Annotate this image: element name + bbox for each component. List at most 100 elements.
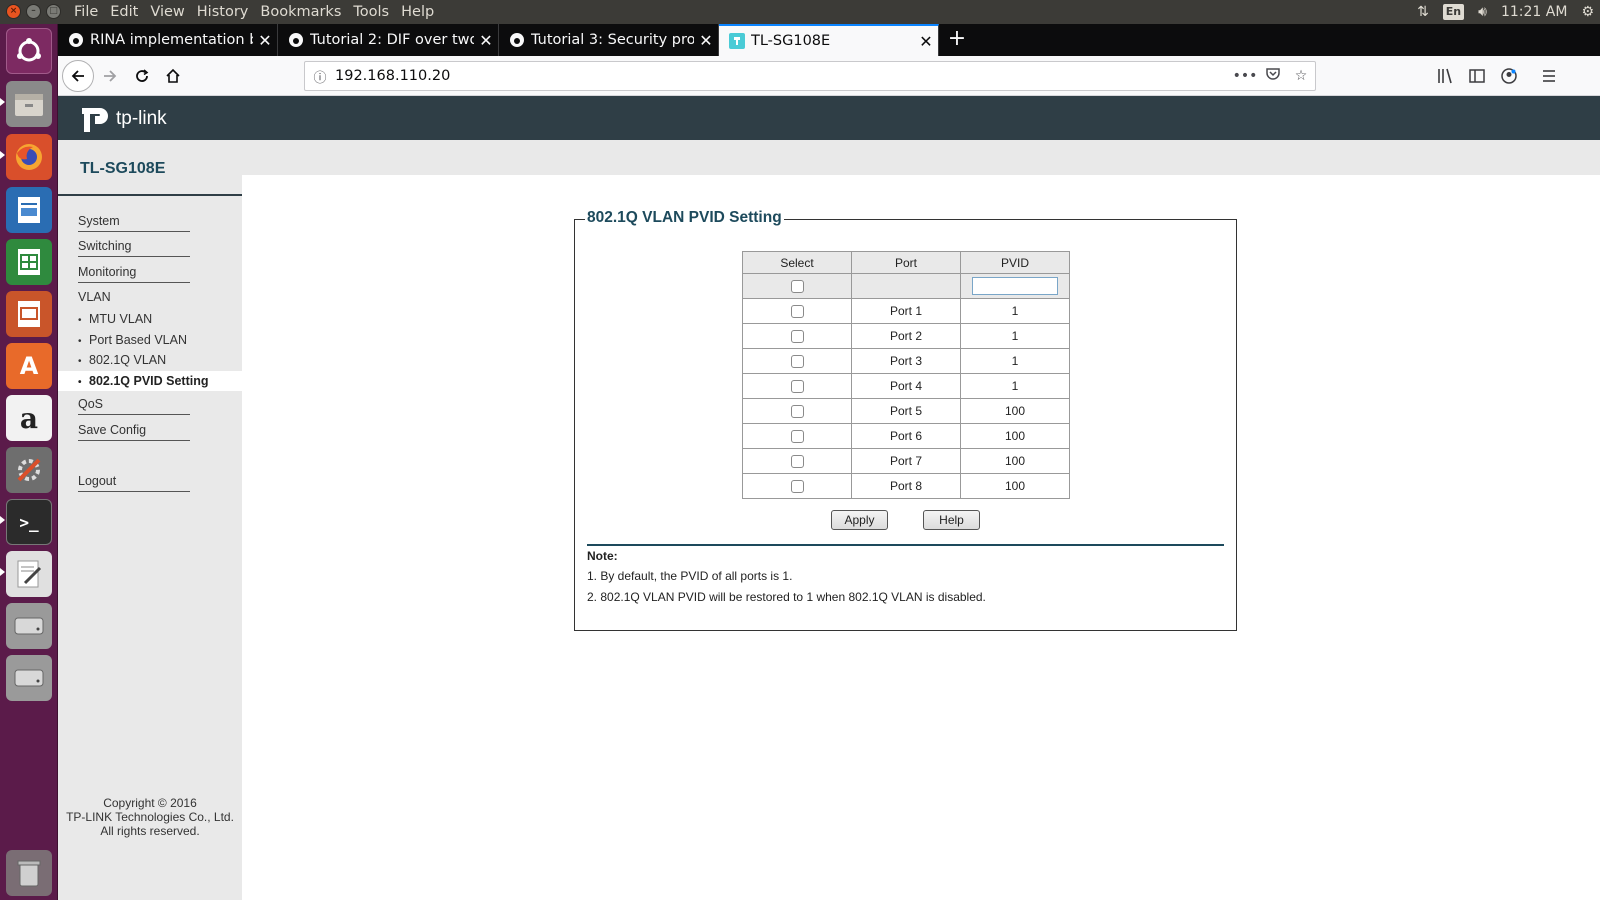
sidebar-item-switching[interactable]: Switching (78, 239, 190, 257)
port-select-checkbox[interactable] (790, 305, 804, 319)
port-select-checkbox[interactable] (790, 430, 804, 444)
menu-view[interactable]: View (144, 0, 190, 24)
close-tab-icon[interactable]: ✕ (474, 31, 498, 50)
select-cell (742, 398, 852, 424)
tab-tl-sg108e[interactable]: TL-SG108E ✕ (719, 24, 939, 56)
hamburger-menu-icon[interactable] (1535, 62, 1563, 90)
apply-button[interactable]: Apply (831, 510, 888, 530)
minimize-window-button[interactable]: – (26, 4, 41, 19)
back-button[interactable] (62, 60, 94, 92)
close-tab-icon[interactable]: ✕ (253, 31, 277, 50)
page-actions-icon[interactable]: ••• (1231, 68, 1259, 84)
help-button[interactable]: Help (923, 510, 980, 530)
arrow-right-icon (104, 70, 117, 82)
bookmark-star-icon[interactable]: ☆ (1287, 68, 1315, 84)
text-editor-icon[interactable] (6, 551, 52, 597)
table-header-row: Select Port PVID (742, 251, 1070, 274)
sidebar-subitem-8021q-vlan[interactable]: • 802.1Q VLAN (58, 350, 242, 370)
tab-tutorial-3[interactable]: Tutorial 3: Security prov ✕ (499, 24, 719, 56)
port-select-checkbox[interactable] (790, 330, 804, 344)
pvid-cell: 1 (960, 348, 1070, 374)
terminal-icon[interactable]: >_ (6, 499, 52, 545)
sidebar-item-save-config[interactable]: Save Config (78, 423, 190, 441)
sidebar-item-logout[interactable]: Logout (78, 474, 190, 492)
sidebar-item-system[interactable]: System (78, 214, 190, 232)
files-icon[interactable] (6, 81, 52, 127)
impress-icon[interactable] (6, 291, 52, 337)
drive-icon[interactable] (6, 603, 52, 649)
firefox-icon[interactable] (6, 134, 52, 180)
writer-icon[interactable] (6, 187, 52, 233)
settings-icon[interactable] (6, 447, 52, 493)
pvid-input[interactable] (972, 277, 1058, 295)
menu-tools[interactable]: Tools (347, 0, 395, 24)
software-center-icon[interactable]: A (6, 343, 52, 389)
gear-icon[interactable]: ⚙ (1581, 4, 1594, 20)
port-cell (851, 273, 961, 299)
tab-rina[interactable]: RINA implementation be ✕ (58, 24, 278, 56)
maximize-window-button[interactable]: □ (46, 4, 61, 19)
tab-tutorial-2[interactable]: Tutorial 2: DIF over two ✕ (278, 24, 499, 56)
account-icon[interactable] (1495, 62, 1523, 90)
select-cell (742, 448, 852, 474)
ubuntu-dash-icon[interactable] (6, 28, 52, 74)
subitem-label: 802.1Q PVID Setting (89, 374, 209, 388)
reload-button[interactable] (128, 62, 156, 90)
sidebar-item-vlan[interactable]: VLAN (78, 290, 190, 307)
tab-title: Tutorial 3: Security prov (531, 32, 694, 48)
forward-button[interactable] (96, 62, 124, 90)
close-tab-icon[interactable]: ✕ (914, 32, 938, 51)
menu-help[interactable]: Help (395, 0, 440, 24)
sidebar-subitem-port-based-vlan[interactable]: • Port Based VLAN (58, 330, 242, 350)
port-select-checkbox[interactable] (790, 455, 804, 469)
network-icon[interactable]: ⇅ (1417, 4, 1429, 20)
pocket-icon[interactable] (1259, 67, 1287, 85)
tab-title: TL-SG108E (751, 33, 831, 49)
menu-edit[interactable]: Edit (104, 0, 144, 24)
close-tab-icon[interactable]: ✕ (694, 31, 718, 50)
menu-history[interactable]: History (191, 0, 255, 24)
sidebar-toggle-icon[interactable] (1463, 62, 1491, 90)
clock[interactable]: 11:21 AM (1501, 4, 1567, 20)
sidebar-subitem-mtu-vlan[interactable]: • MTU VLAN (58, 309, 242, 329)
info-icon[interactable]: ⓘ (305, 67, 335, 86)
column-header-pvid: PVID (960, 251, 1070, 274)
bulk-edit-row (742, 273, 1070, 299)
sidebar: TL-SG108E System Switching Monitoring VL… (58, 140, 242, 900)
library-icon[interactable] (1432, 62, 1460, 90)
pvid-cell: 100 (960, 448, 1070, 474)
sidebar-subitem-8021q-pvid-setting[interactable]: • 802.1Q PVID Setting (58, 371, 242, 391)
drive-icon[interactable] (6, 655, 52, 701)
note-line: 1. By default, the PVID of all ports is … (587, 569, 793, 583)
menu-file[interactable]: File (68, 0, 104, 24)
bullet-icon: • (78, 315, 82, 326)
close-window-button[interactable]: × (6, 4, 21, 19)
pvid-table: Select Port PVID Port 1 1 Port 2 1 Port 3 1 Po… (742, 251, 1070, 499)
url-bar[interactable]: ⓘ 192.168.110.20 ••• ☆ (304, 61, 1316, 91)
keyboard-language-indicator[interactable]: En (1442, 4, 1465, 20)
select-all-checkbox[interactable] (790, 280, 804, 294)
running-indicator (0, 151, 5, 159)
port-select-checkbox[interactable] (790, 480, 804, 494)
amazon-icon[interactable]: a (6, 395, 52, 441)
divider (587, 544, 1224, 546)
sidebar-item-monitoring[interactable]: Monitoring (78, 265, 190, 283)
select-cell (742, 473, 852, 499)
port-select-checkbox[interactable] (790, 380, 804, 394)
volume-icon[interactable]: 🔊︎ (1478, 4, 1487, 20)
subitem-label: MTU VLAN (89, 312, 153, 326)
new-tab-button[interactable]: + (942, 24, 972, 56)
panel-title: 802.1Q VLAN PVID Setting (585, 209, 784, 227)
home-button[interactable] (159, 62, 187, 90)
trash-icon[interactable] (6, 850, 52, 896)
port-select-checkbox[interactable] (790, 405, 804, 419)
port-select-checkbox[interactable] (790, 355, 804, 369)
table-row: Port 31 (742, 348, 1070, 374)
calc-icon[interactable] (6, 239, 52, 285)
port-cell: Port 2 (851, 323, 961, 349)
logo-text: tp-link (116, 108, 167, 129)
menu-bookmarks[interactable]: Bookmarks (254, 0, 347, 24)
sidebar-item-qos[interactable]: QoS (78, 397, 190, 415)
url-text[interactable]: 192.168.110.20 (335, 68, 1231, 84)
copyright-line: All rights reserved. (100, 824, 200, 838)
